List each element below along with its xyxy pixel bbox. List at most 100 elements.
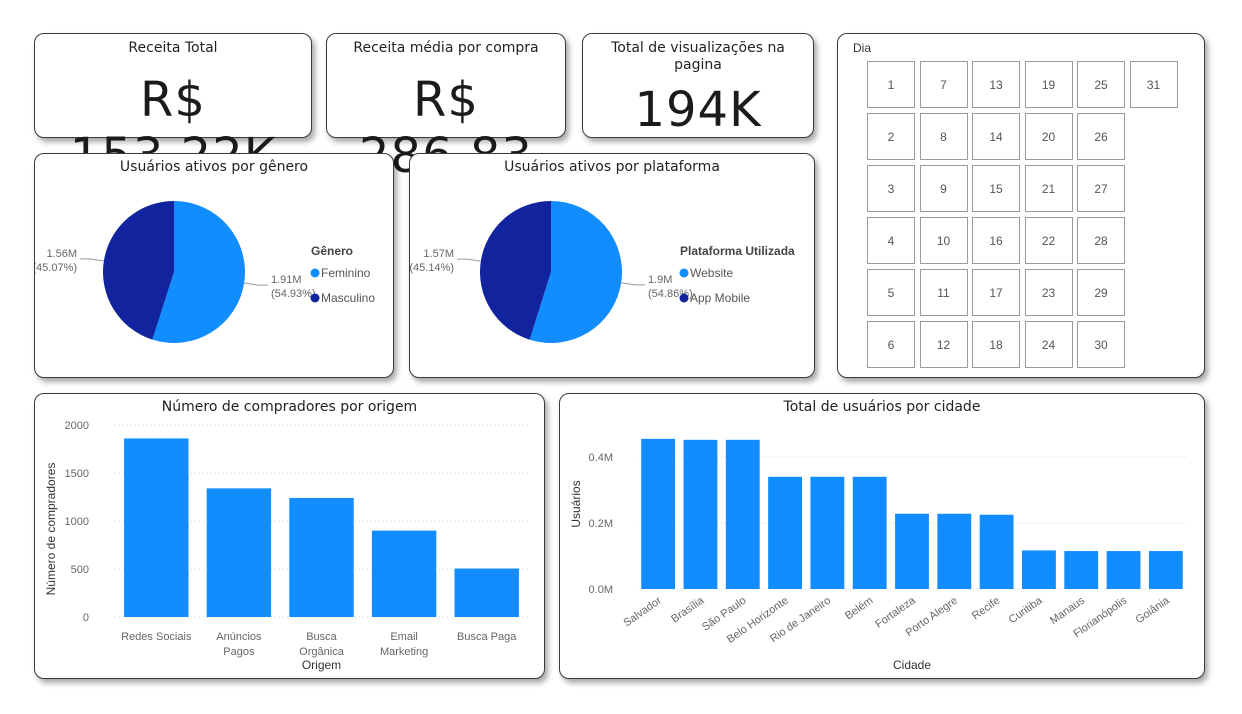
day-option-25[interactable]: 25	[1077, 61, 1125, 108]
day-option-23[interactable]: 23	[1024, 269, 1073, 316]
bar-3[interactable]	[371, 530, 437, 617]
pie-value-label: 1.56M	[46, 248, 77, 260]
pie-leader-line	[80, 258, 104, 262]
day-option-5[interactable]: 5	[867, 269, 915, 316]
legend-item-website[interactable]: Website	[690, 266, 733, 280]
bar-3[interactable]	[768, 476, 802, 589]
bar-chart-cidade: 0.0M0.2M0.4MSalvador BrasíliaSão PauloBel…	[569, 438, 1187, 672]
day-option-6[interactable]: 6	[867, 321, 915, 368]
bar-2[interactable]	[289, 497, 354, 617]
day-option-1[interactable]: 1	[867, 61, 915, 108]
slicer-title: Dia	[853, 41, 872, 55]
day-option-31[interactable]: 31	[1129, 61, 1178, 108]
day-option-28[interactable]: 28	[1077, 217, 1125, 264]
x-tick-label: Redes Sociais	[121, 631, 192, 643]
day-option-11[interactable]: 11	[919, 269, 968, 316]
kpi-title-line-1: Total de visualizações na	[611, 40, 785, 56]
day-option-20[interactable]: 20	[1024, 113, 1073, 160]
day-option-22[interactable]: 22	[1024, 217, 1073, 264]
bar-11[interactable]	[1106, 551, 1141, 589]
pie-card-genero: Usuários ativos por gênero 1.91M (54.93%)…	[34, 153, 394, 378]
bar-7[interactable]	[937, 513, 972, 589]
day-option-8[interactable]: 8	[919, 113, 968, 160]
day-option-3[interactable]: 3	[867, 165, 915, 212]
kpi-card-receita-total: Receita Total R$ 153.22K	[34, 33, 312, 184]
bar-card-cidade: Total de usuários por cidade 0.0M 0.2M 0.4…	[559, 393, 1205, 679]
y-tick-label: 2000	[65, 420, 89, 432]
day-slicer: Dia 1 2 3 4 5 6 7 8 9 10 11 12 13 14 15 16 17 18 19 20 21 22 2…	[837, 33, 1205, 378]
chart-title: Usuários ativos por gênero	[119, 159, 309, 175]
bar-1[interactable]	[206, 488, 272, 617]
day-option-24[interactable]: 24	[1024, 321, 1073, 368]
legend-marker	[679, 293, 689, 303]
day-option-10[interactable]: 10	[919, 217, 968, 264]
pie-value-label: 1.9M	[648, 274, 672, 286]
kpi-card-visualizacoes: Total de visualizações na pagina 194K	[582, 33, 814, 138]
day-option-13[interactable]: 13	[972, 61, 1020, 108]
day-option-7[interactable]: 7	[919, 61, 968, 108]
day-option-26[interactable]: 26	[1077, 113, 1125, 160]
x-tick-label: Goiânia	[1134, 594, 1173, 626]
day-option-29[interactable]: 29	[1077, 269, 1125, 316]
y-tick-label: 0.4M	[589, 452, 613, 464]
x-tick-label: Salvador	[621, 594, 664, 629]
bar-10[interactable]	[1064, 551, 1099, 589]
day-option-9[interactable]: 9	[919, 165, 968, 212]
day-option-30[interactable]: 30	[1077, 321, 1125, 368]
pie-percent-label: (45.14%)	[410, 262, 454, 274]
day-option-21[interactable]: 21	[1024, 165, 1073, 212]
legend-title: Plataforma Utilizada	[680, 244, 795, 258]
x-tick-label: Marketing	[380, 646, 428, 658]
bar-2[interactable]	[725, 439, 760, 589]
pie-leader-line	[456, 258, 481, 262]
kpi-value: 194K	[634, 82, 762, 138]
kpi-title: Receita Total	[128, 40, 218, 56]
y-tick-label: 0.0M	[589, 584, 613, 596]
bar-chart-origem: 0 500 1000 1500 2000 Redes Sociais Anúncios Pag…	[44, 420, 528, 672]
y-tick-label: 1500	[65, 468, 89, 480]
kpi-card-receita-media: Receita média por compra R$ 286.83	[326, 33, 566, 184]
y-tick-label: 0	[83, 612, 89, 624]
x-tick-label: Email	[390, 631, 418, 643]
y-tick-label: 1000	[65, 516, 89, 528]
day-option-27[interactable]: 27	[1077, 165, 1125, 212]
pie-value-label: 1.57M	[423, 248, 454, 260]
y-axis-title: Número de compradores	[44, 463, 58, 596]
legend-item-app-mobile[interactable]: App Mobile	[690, 291, 750, 305]
bar-4[interactable]	[454, 568, 519, 617]
legend-item-feminino[interactable]: Feminino	[321, 266, 371, 280]
day-option-15[interactable]: 15	[972, 165, 1020, 212]
bar-5[interactable]	[852, 476, 887, 589]
pie-card-plataforma: Usuários ativos por plataforma 1.9M (54.8…	[409, 153, 815, 378]
x-axis-title: Cidade	[893, 658, 931, 672]
bar-8[interactable]	[979, 514, 1014, 589]
bar-0[interactable]	[124, 438, 189, 617]
pie-leader-line	[621, 282, 646, 286]
day-option-18[interactable]: 18	[972, 321, 1020, 368]
day-option-12[interactable]: 12	[919, 321, 968, 368]
day-option-4[interactable]: 4	[867, 217, 915, 264]
day-option-16[interactable]: 16	[972, 217, 1020, 264]
pie-chart-genero: 1.91M (54.93%) 1.56M (45.07%) Gênero Feminino…	[35, 201, 375, 343]
bar-4[interactable]	[810, 476, 845, 589]
x-tick-label: Belém	[843, 595, 875, 623]
chart-title: Usuários ativos por plataforma	[504, 159, 720, 175]
bar-6[interactable]	[895, 513, 929, 589]
x-tick-label: Pagos	[223, 646, 255, 658]
legend-item-masculino[interactable]: Masculino	[321, 291, 375, 305]
bar-12[interactable]	[1148, 551, 1183, 589]
day-option-2[interactable]: 2	[867, 113, 915, 160]
day-option-19[interactable]: 19	[1024, 61, 1073, 108]
x-axis-title: Origem	[302, 658, 341, 672]
kpi-title-line-2: pagina	[674, 57, 722, 73]
day-option-17[interactable]: 17	[972, 269, 1020, 316]
day-option-14[interactable]: 14	[972, 113, 1020, 160]
bar-9[interactable]	[1022, 550, 1056, 589]
bar-0[interactable]	[641, 438, 676, 589]
pie-percent-label: (45.07%)	[35, 262, 77, 274]
bar-1[interactable]	[683, 439, 718, 589]
kpi-title: Receita média por compra	[353, 40, 539, 56]
pie-value-label: 1.91M	[271, 274, 302, 286]
legend-marker	[679, 268, 689, 278]
y-tick-label: 0.2M	[589, 518, 613, 530]
